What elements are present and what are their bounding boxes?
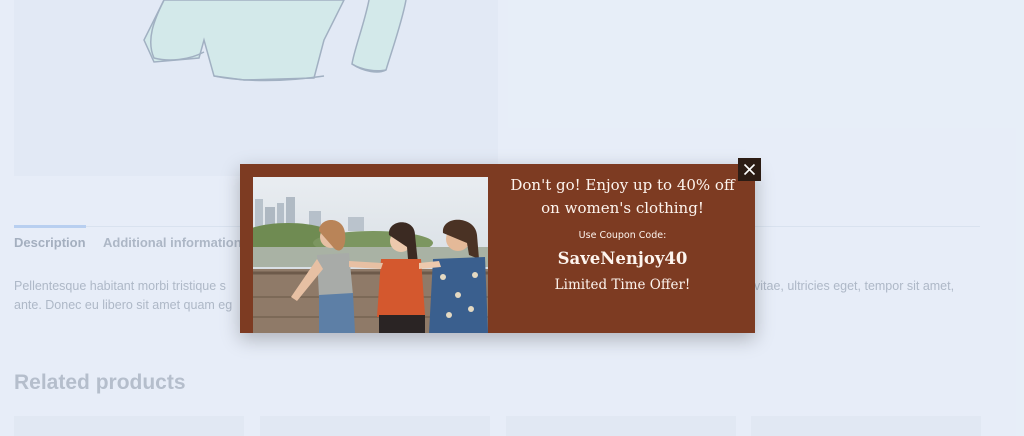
limited-offer-text: Limited Time Offer! <box>554 277 691 293</box>
coupon-label: Use Coupon Code: <box>578 230 667 241</box>
promo-photo <box>253 177 488 333</box>
exit-intent-popup: Don't go! Enjoy up to 40% off on women's… <box>240 164 755 333</box>
women-laughing-image <box>253 177 488 333</box>
coupon-code[interactable]: SaveNenjoy40 <box>490 249 755 268</box>
close-icon <box>743 163 756 176</box>
close-popup-button[interactable] <box>738 158 761 181</box>
popup-headline: Don't go! Enjoy up to 40% off on women's… <box>510 176 735 217</box>
popup-content: Don't go! Enjoy up to 40% off on women's… <box>490 174 755 293</box>
